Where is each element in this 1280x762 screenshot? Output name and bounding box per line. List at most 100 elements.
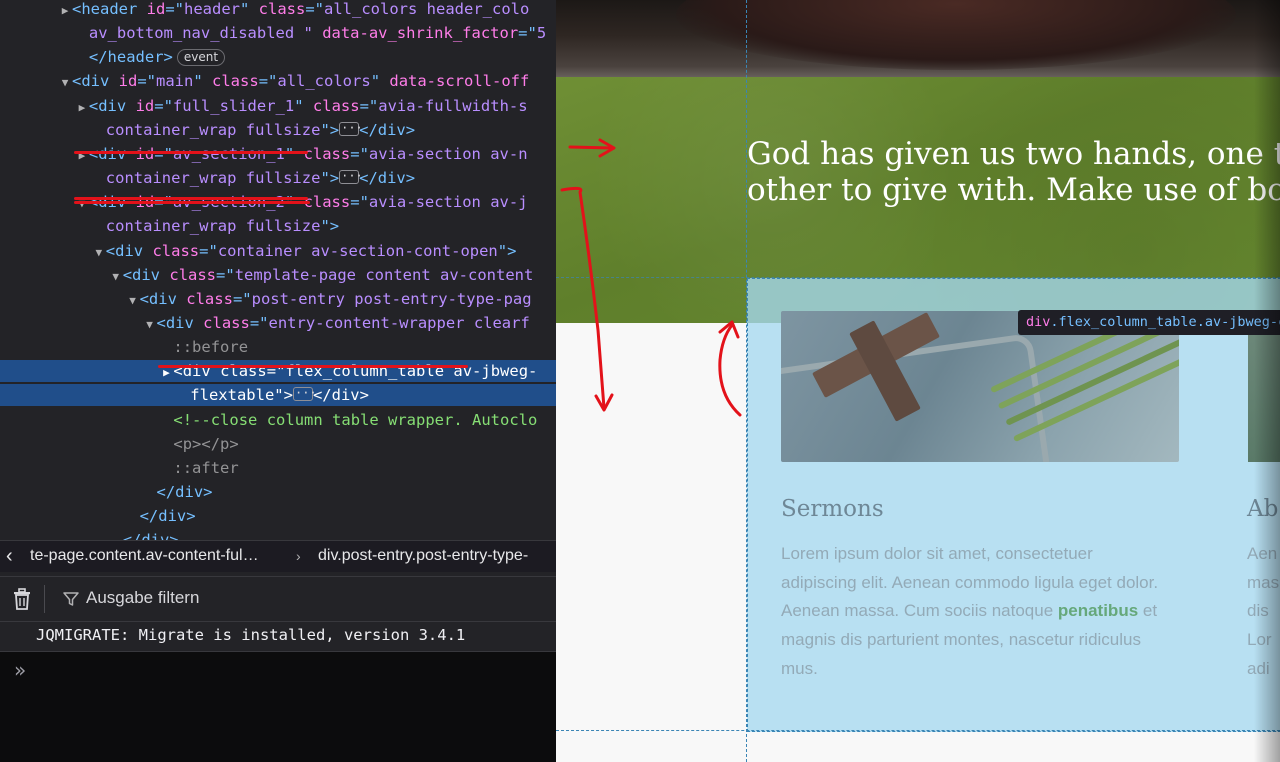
markup-token: avia-fullwidth-s [378, 96, 528, 115]
markup-token: </div> [156, 483, 213, 501]
trash-icon[interactable] [12, 588, 32, 610]
breadcrumb-separator: › [296, 548, 301, 564]
markup-token: template-page content av-content [234, 265, 534, 284]
console-message: JQMIGRATE: Migrate is installed, version… [0, 621, 556, 652]
markup-token: <div [72, 72, 119, 91]
markup-token: class [169, 265, 217, 284]
markup-node[interactable]: ▶ <div id="full_slider_1" class="avia-ful… [0, 95, 528, 117]
markup-token: class [152, 241, 200, 260]
markup-node[interactable]: ::after [0, 457, 239, 479]
tooltip-classes: .flex_column_table.av-jbweg-c9b1b9 [1050, 314, 1280, 330]
markup-node[interactable]: ▼ <div class="post-entry post-entry-type-… [0, 288, 532, 312]
devtools-panel: ▶ <header id="header" class="all_colors h… [0, 0, 556, 762]
markup-token: <!--close column table wrapper. Autoclo [173, 410, 538, 429]
markup-token: </header> [88, 48, 173, 67]
collapse-arrow-icon[interactable]: ▶ [75, 97, 89, 119]
console-input[interactable]: » [0, 652, 556, 762]
filter-input[interactable]: Ausgabe filtern [86, 588, 199, 608]
markup-node-selected[interactable]: flextable"> </div> [0, 382, 556, 407]
double-chevron-right-icon: » [14, 658, 27, 682]
markup-token: id [146, 0, 166, 18]
breadcrumb-item[interactable]: te-page.content.av-content-ful… [30, 541, 259, 571]
markup-token: <header [72, 0, 147, 18]
markup-token: class [258, 0, 306, 18]
collapse-arrow-icon[interactable]: ▶ [75, 145, 89, 167]
card-title[interactable]: Sermons [781, 496, 884, 522]
markup-token: data-av_shrink_factor [322, 24, 519, 43]
markup-token: class [212, 72, 259, 91]
markup-token: </div> [139, 507, 196, 526]
annotation-underline [74, 197, 308, 200]
ellipsis-icon[interactable] [339, 117, 363, 139]
expand-arrow-icon[interactable]: ▼ [109, 266, 123, 288]
markup-token: data-scroll-off [389, 72, 530, 91]
quote-text: God has given us two hands, one to other… [747, 136, 1280, 208]
expand-arrow-icon[interactable]: ▼ [92, 242, 106, 264]
markup-token: =" [305, 0, 325, 18]
markup-token: class [203, 313, 250, 332]
markup-token: all_colors header_colo [324, 0, 530, 18]
markup-node[interactable]: ::before [0, 336, 248, 358]
guide-line [746, 0, 747, 762]
markup-token: post-entry post-entry-type-pag [251, 289, 532, 308]
console-toolbar: Ausgabe filtern [0, 576, 556, 622]
guide-line [556, 730, 1280, 731]
markup-token: container av-section-cont-open [217, 241, 498, 260]
markup-token: ::after [173, 458, 239, 477]
markup-node[interactable]: ▼ <div class="entry-content-wrapper clear… [0, 312, 530, 334]
breadcrumb-item[interactable]: div.post-entry.post-entry-type- [318, 541, 528, 571]
markup-token: avia-section av-n [368, 144, 528, 163]
markup-token: " [370, 72, 390, 91]
markup-node[interactable]: av_bottom_nav_disabled " data-av_shrink_… [0, 22, 546, 44]
inspector-tooltip: div.flex_column_table.av-jbweg-c9b1b9 [1018, 310, 1280, 335]
markup-node[interactable]: ▼ <div class="container av-section-cont-o… [0, 240, 516, 262]
markup-node[interactable]: </header> event [0, 46, 226, 68]
markup-node[interactable]: </div> [0, 505, 196, 527]
expand-arrow-icon[interactable]: ▼ [143, 314, 157, 336]
hero-image [556, 0, 1280, 78]
markup-token: <div [88, 96, 136, 115]
event-badge[interactable]: event [176, 49, 226, 67]
console-message-text: JQMIGRATE: Migrate is installed, version… [36, 626, 466, 644]
tooltip-tag: div [1026, 314, 1051, 330]
markup-node[interactable]: ▶ <header id="header" class="all_colors h… [0, 0, 530, 22]
markup-token: id [118, 72, 138, 91]
quote-line: other to give with. Make use of bot [747, 172, 1280, 208]
markup-token: 5 [536, 24, 547, 43]
markup-token: <div [105, 241, 153, 260]
markup-token: class [303, 144, 351, 163]
markup-node[interactable]: container_wrap fullsize"> </div> [0, 165, 415, 189]
markup-token: container_wrap fullsize [105, 120, 321, 139]
breadcrumb: ‹ te-page.content.av-content-ful… › div.… [0, 540, 556, 572]
chevron-left-icon[interactable]: ‹ [6, 541, 13, 571]
markup-token: class [312, 96, 360, 115]
markup-token: "> [497, 241, 517, 260]
markup-token: "> [320, 169, 340, 188]
markup-token: <div [122, 265, 170, 284]
markup-node[interactable]: container_wrap fullsize"> </div> [0, 117, 415, 141]
markup-node-selected[interactable]: ▶ <div class="flex_column_table av-jbweg- [0, 360, 556, 383]
expand-arrow-icon[interactable]: ▼ [126, 290, 140, 312]
filter-icon [63, 592, 79, 606]
card-text-emphasis: penatibus [1057, 601, 1139, 621]
markup-node[interactable]: ▼ <div id="main" class="all_colors" data-… [0, 70, 530, 94]
markup-token: <p></p> [173, 434, 239, 453]
markup-node[interactable]: <!--close column table wrapper. Autoclo [0, 409, 537, 431]
ellipsis-icon[interactable] [292, 382, 317, 404]
ellipsis-icon[interactable] [339, 165, 363, 187]
markup-token: all_colors [277, 72, 371, 91]
markup-node[interactable]: container_wrap fullsize"> [0, 215, 339, 237]
markup-token: entry-content-wrapper clearf [268, 313, 530, 332]
collapse-arrow-icon[interactable]: ▶ [58, 0, 72, 22]
markup-token: =" [199, 241, 218, 260]
markup-token: </div> [312, 386, 369, 405]
markup-token: avia-section av-j [368, 193, 528, 212]
toolbar-divider [44, 585, 45, 613]
annotation-underline [158, 365, 468, 368]
expand-arrow-icon[interactable]: ▼ [58, 72, 72, 94]
markup-node[interactable]: <p></p> [0, 433, 239, 455]
markup-token: =" [165, 0, 184, 18]
markup-node[interactable]: ▼ <div class="template-page content av-co… [0, 264, 533, 286]
markup-node[interactable]: </div> [0, 481, 213, 503]
markup-token: " [240, 0, 259, 18]
